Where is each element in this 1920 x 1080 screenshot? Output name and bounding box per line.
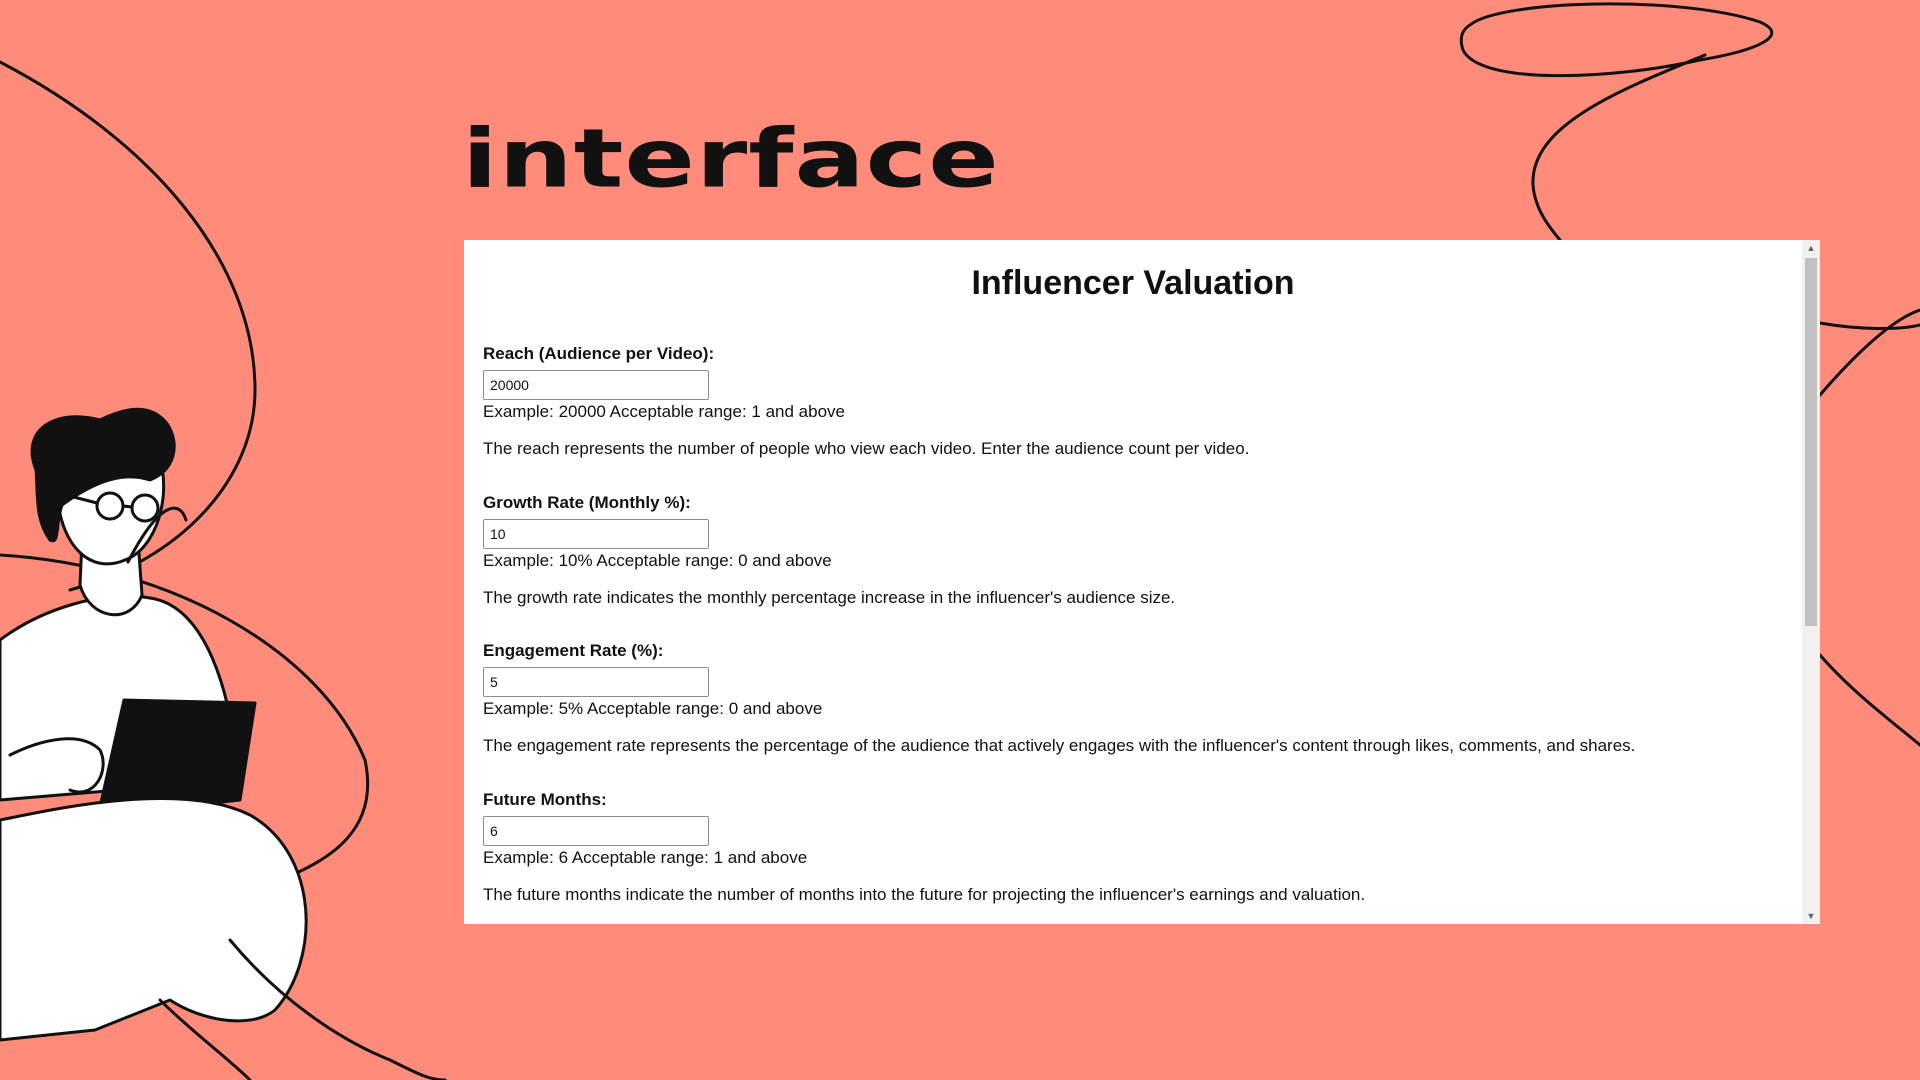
- scroll-up-icon[interactable]: ▲: [1802, 240, 1820, 256]
- app-window: Influencer Valuation Reach (Audience per…: [464, 240, 1820, 924]
- glasses-left-lens: [95, 491, 125, 521]
- future-months-description: The future months indicate the number of…: [483, 885, 1366, 904]
- future-months-input[interactable]: [483, 816, 709, 846]
- glasses-right-lens: [130, 493, 160, 523]
- scroll-down-icon[interactable]: ▼: [1802, 908, 1820, 924]
- reach-description: The reach represents the number of peopl…: [483, 439, 1250, 458]
- reach-label: Reach (Audience per Video):: [483, 344, 715, 363]
- future-months-label: Future Months:: [483, 790, 607, 809]
- decorative-arc-right-lower: [1818, 653, 1920, 747]
- growth-rate-description: The growth rate indicates the monthly pe…: [483, 588, 1176, 607]
- growth-rate-label: Growth Rate (Monthly %):: [483, 493, 691, 512]
- app-content: Influencer Valuation Reach (Audience per…: [464, 240, 1802, 924]
- engagement-rate-input[interactable]: [483, 667, 709, 697]
- decorative-loop-top: [1459, 2, 1774, 78]
- decorative-swirl-right: [1531, 53, 1707, 242]
- scrollbar-thumb[interactable]: [1805, 258, 1817, 626]
- reach-input[interactable]: [483, 370, 709, 400]
- vertical-scrollbar[interactable]: ▲ ▼: [1802, 240, 1820, 924]
- future-months-example: Example: 6 Acceptable range: 1 and above: [483, 848, 808, 867]
- person-legs: [0, 796, 308, 1042]
- app-title: Influencer Valuation: [971, 264, 1295, 302]
- growth-rate-example: Example: 10% Acceptable range: 0 and abo…: [483, 551, 832, 570]
- reach-example: Example: 20000 Acceptable range: 1 and a…: [483, 402, 845, 421]
- growth-rate-input[interactable]: [483, 519, 709, 549]
- person-illustration: [0, 407, 447, 1080]
- decorative-line-right: [1818, 321, 1920, 331]
- decorative-arc-right: [1818, 308, 1920, 397]
- engagement-rate-label: Engagement Rate (%):: [483, 641, 664, 660]
- engagement-rate-example: Example: 5% Acceptable range: 0 and abov…: [483, 699, 823, 718]
- slide-title: Interface: [462, 110, 1000, 207]
- engagement-rate-description: The engagement rate represents the perce…: [483, 736, 1636, 755]
